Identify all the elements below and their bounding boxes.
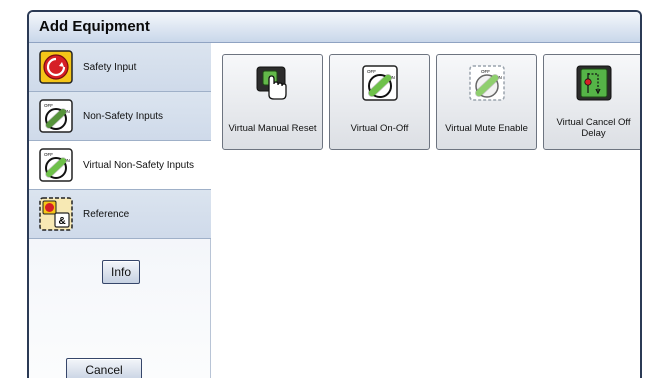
emergency-stop-icon [39, 50, 73, 84]
off-on-switch-icon: OFF ON [362, 65, 398, 101]
tile-virtual-mute-enable[interactable]: OFF ON Virtual Mute Enable [436, 54, 537, 150]
off-label: OFF [44, 103, 53, 108]
add-equipment-window: Add Equipment Safety Input OFF ON Non-Sa… [27, 10, 642, 378]
mute-enable-switch-icon: OFF ON [469, 65, 505, 101]
reference-icon: & [39, 197, 73, 231]
tile-label: Virtual Cancel Off Delay [556, 117, 631, 139]
sidebar-item-virtual-non-safety-inputs[interactable]: OFF ON Virtual Non-Safety Inputs [29, 141, 211, 190]
sidebar-item-label: Safety Input [83, 61, 137, 73]
title-bar: Add Equipment [29, 12, 640, 43]
info-button[interactable]: Info [102, 260, 140, 284]
equipment-tiles-panel: Virtual Manual Reset OFF ON Virtual On-O… [211, 43, 640, 378]
virtual-off-on-switch-icon: OFF ON [39, 148, 73, 182]
sidebar-item-non-safety-inputs[interactable]: OFF ON Non-Safety Inputs [29, 92, 211, 141]
sidebar-item-safety-input[interactable]: Safety Input [29, 43, 211, 92]
sidebar-item-label: Virtual Non-Safety Inputs [83, 159, 194, 171]
equipment-category-sidebar: Safety Input OFF ON Non-Safety Inputs OF… [29, 43, 211, 378]
tile-virtual-on-off[interactable]: OFF ON Virtual On-Off [329, 54, 430, 150]
sidebar-item-label: Non-Safety Inputs [83, 110, 164, 122]
hand-press-button-icon [256, 66, 287, 100]
sidebar-item-reference[interactable]: & Reference [29, 190, 211, 239]
tile-label: Virtual Manual Reset [228, 122, 317, 134]
tile-virtual-cancel-off-delay[interactable]: Virtual Cancel Off Delay [543, 54, 640, 150]
off-label: OFF [44, 152, 53, 157]
cancel-button[interactable]: Cancel [66, 358, 142, 378]
off-on-switch-icon: OFF ON [39, 99, 73, 133]
tile-label: Virtual On-Off [350, 122, 409, 134]
cancel-off-delay-icon [576, 65, 612, 101]
off-label: OFF [367, 69, 376, 74]
tile-label: Virtual Mute Enable [445, 122, 528, 134]
and-label: & [59, 216, 66, 227]
window-title: Add Equipment [39, 18, 150, 35]
tile-virtual-manual-reset[interactable]: Virtual Manual Reset [222, 54, 323, 150]
sidebar-item-label: Reference [83, 208, 130, 220]
off-label: OFF [481, 69, 490, 74]
